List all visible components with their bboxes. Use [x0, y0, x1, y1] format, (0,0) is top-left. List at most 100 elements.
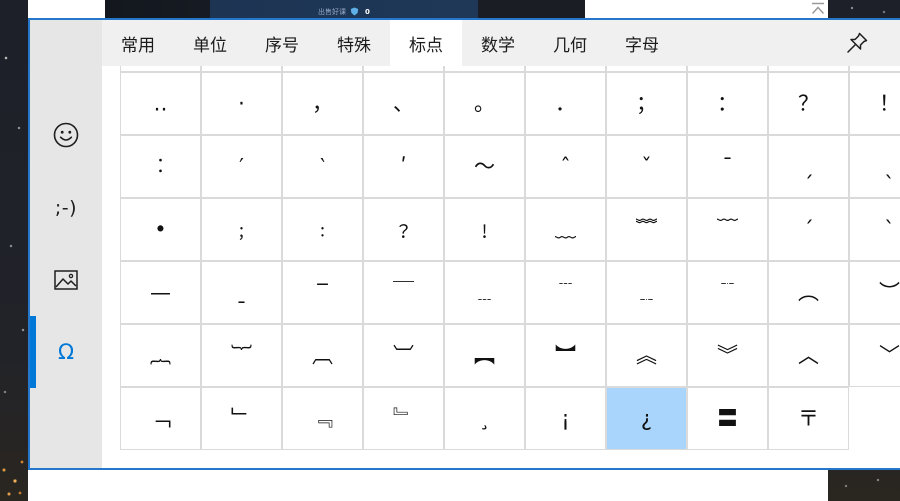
symbol-cell[interactable]: ﹀: [849, 324, 900, 387]
pin-icon[interactable]: [845, 31, 869, 55]
symbol-cell[interactable]: ︺: [363, 324, 444, 387]
symbol-cell[interactable]: ～: [444, 135, 525, 198]
symbol-glyph: ﹄: [393, 406, 414, 430]
symbol-glyph: ︵: [798, 280, 819, 304]
symbol-cell[interactable]: ˊ: [768, 198, 849, 261]
symbol-cell[interactable]: ˉ: [687, 135, 768, 198]
symbol-grid-viewport[interactable]: ‥ · ， 、 。 ． ； ： ？ ！ ︰ ′ ‵ ʹ ～ ˆ ˇ ˉ ˏ ˎ • ﹔ ﹕ ﹖ ﹗ ﹏ ﹌ ﹋ ˊ ˋ — ˍ ‾ ￣ ﹍ ﹉ ﹎ ﹊ ︵ ︶…: [102, 66, 900, 468]
tab-special[interactable]: 特殊: [318, 20, 390, 66]
tab-letters[interactable]: 字母: [606, 20, 678, 66]
symbol-glyph: ．: [555, 91, 576, 115]
symbol-cell[interactable]: ﹂: [201, 387, 282, 450]
symbol-cell[interactable]: ˎ: [849, 135, 900, 198]
symbol-cell[interactable]: ︶: [849, 261, 900, 324]
sidebar-item-emoji[interactable]: [30, 99, 102, 171]
symbol-cell[interactable]: ˇ: [606, 135, 687, 198]
symbol-cell[interactable]: ¡: [525, 387, 606, 450]
symbol-cell[interactable]: ﹋: [687, 198, 768, 261]
symbol-cell[interactable]: ︵: [768, 261, 849, 324]
symbol-row: — ˍ ‾ ￣ ﹍ ﹉ ﹎ ﹊ ︵ ︶: [120, 261, 900, 324]
symbol-cell[interactable]: —: [120, 261, 201, 324]
symbol-cell[interactable]: 〓: [687, 387, 768, 450]
symbol-cell[interactable]: ？: [768, 72, 849, 135]
symbol-cell[interactable]: ﹎: [606, 261, 687, 324]
banner-text: 出售好课: [318, 8, 346, 16]
symbol-glyph: ﹂: [231, 406, 252, 430]
symbol-glyph: ﹖: [393, 217, 414, 241]
symbol-cell[interactable]: 。: [444, 72, 525, 135]
symbol-cell[interactable]: ˍ: [201, 261, 282, 324]
badge-icon: [350, 7, 359, 16]
symbol-cell[interactable]: ﹁: [120, 387, 201, 450]
symbol-cell[interactable]: ︿: [768, 324, 849, 387]
symbol-cell[interactable]: ʹ: [363, 135, 444, 198]
symbol-cell[interactable]: ﹔: [201, 198, 282, 261]
symbol-cell[interactable]: ！: [849, 72, 900, 135]
symbol-cell[interactable]: ﹍: [444, 261, 525, 324]
symbol-cell[interactable]: ︽: [606, 324, 687, 387]
sidebar-item-kaomoji[interactable]: ;-): [30, 172, 102, 244]
symbol-cell[interactable]: ¸: [444, 387, 525, 450]
symbol-cell[interactable]: ‾: [282, 261, 363, 324]
symbol-cell[interactable]: ‥: [120, 72, 201, 135]
symbol-cell[interactable]: ¿: [606, 387, 687, 450]
symbol-cell[interactable]: ：: [687, 72, 768, 135]
symbol-cell[interactable]: ‵: [282, 135, 363, 198]
symbol-glyph: ˉ: [722, 154, 733, 178]
back-to-top-icon[interactable]: [811, 2, 825, 15]
sidebar-item-symbols[interactable]: Ω: [30, 316, 102, 388]
symbol-cell[interactable]: ˏ: [768, 135, 849, 198]
symbol-cell[interactable]: ﹉: [525, 261, 606, 324]
symbol-cell[interactable]: ︹: [282, 324, 363, 387]
symbol-glyph: ？: [798, 91, 819, 115]
symbol-cell[interactable]: ·: [201, 72, 282, 135]
symbol-glyph: —: [150, 280, 171, 304]
symbol-cell[interactable]: ︷: [120, 324, 201, 387]
symbol-row: ﹁ ﹂ ﹃ ﹄ ¸ ¡ ¿ 〓 〒: [120, 387, 900, 450]
symbol-glyph: ¡: [561, 406, 570, 430]
page-banner[interactable]: 出售好课 0: [105, 0, 585, 18]
symbol-row: ‥ · ， 、 。 ． ； ： ？ ！: [120, 72, 900, 135]
symbol-cell[interactable]: ′: [201, 135, 282, 198]
symbol-cell[interactable]: ﹕: [282, 198, 363, 261]
symbol-glyph: ˋ: [884, 217, 895, 241]
symbol-glyph: ，: [312, 91, 333, 115]
tab-punctuation[interactable]: 标点: [390, 20, 462, 66]
symbol-glyph: ¿: [640, 406, 653, 430]
symbol-glyph: ︽: [636, 343, 657, 367]
symbol-cell[interactable]: ˋ: [849, 198, 900, 261]
symbol-cell[interactable]: ，: [282, 72, 363, 135]
tab-numbering[interactable]: 序号: [246, 20, 318, 66]
symbol-glyph: ﹀: [879, 343, 900, 367]
symbol-cell[interactable]: ﹖: [363, 198, 444, 261]
omega-icon: Ω: [57, 340, 75, 364]
symbol-glyph: ﹕: [312, 217, 333, 241]
symbol-cell[interactable]: ￣: [363, 261, 444, 324]
symbol-cell[interactable]: ﹌: [606, 198, 687, 261]
category-tabbar: 常用 单位 序号 特殊 标点 数学 几何 字母: [102, 20, 900, 66]
symbol-cell[interactable]: 〒: [768, 387, 849, 450]
symbol-cell[interactable]: 、: [363, 72, 444, 135]
symbol-cell[interactable]: ︾: [687, 324, 768, 387]
tab-common[interactable]: 常用: [102, 20, 174, 66]
symbol-cell[interactable]: ﹊: [687, 261, 768, 324]
symbol-cell[interactable]: ﹄: [363, 387, 444, 450]
symbol-cell[interactable]: ︰: [120, 135, 201, 198]
symbol-cell[interactable]: ﹗: [444, 198, 525, 261]
tab-geometry[interactable]: 几何: [534, 20, 606, 66]
symbol-cell[interactable]: ︼: [525, 324, 606, 387]
symbol-cell[interactable]: ﹏: [525, 198, 606, 261]
symbol-cell[interactable]: ．: [525, 72, 606, 135]
symbol-row: • ﹔ ﹕ ﹖ ﹗ ﹏ ﹌ ﹋ ˊ ˋ: [120, 198, 900, 261]
symbol-cell[interactable]: ﹃: [282, 387, 363, 450]
tab-units[interactable]: 单位: [174, 20, 246, 66]
tab-math[interactable]: 数学: [462, 20, 534, 66]
symbol-cell[interactable]: ；: [606, 72, 687, 135]
sidebar-item-gif[interactable]: [30, 244, 102, 316]
symbol-cell[interactable]: •: [120, 198, 201, 261]
symbol-cell[interactable]: ︻: [444, 324, 525, 387]
symbol-glyph: ︻: [474, 343, 495, 367]
symbol-glyph: ︾: [717, 343, 738, 367]
symbol-cell[interactable]: ˆ: [525, 135, 606, 198]
symbol-cell[interactable]: ︸: [201, 324, 282, 387]
